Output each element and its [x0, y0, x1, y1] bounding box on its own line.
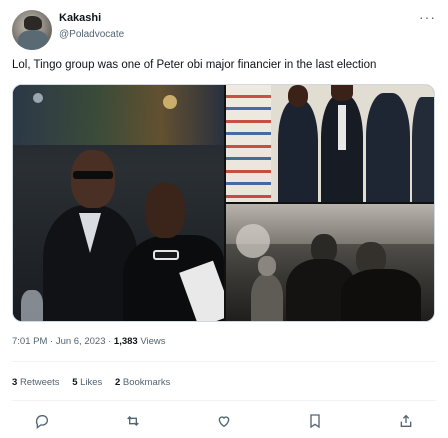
person-suit-3: [366, 93, 410, 202]
divider: [12, 400, 436, 401]
author-handle[interactable]: @Poladvocate: [59, 29, 124, 40]
retweets-count: 3: [12, 377, 18, 388]
stage-light: [163, 95, 177, 109]
avatar-figure-head: [24, 16, 42, 30]
shirt-detail: [338, 105, 346, 150]
bookmarks-label: Bookmarks: [122, 377, 171, 388]
retweets-stat[interactable]: 3 Retweets: [12, 377, 60, 388]
retweets-label: Retweets: [19, 377, 60, 388]
tweet-stats: 3 Retweets 5 Likes 2 Bookmarks: [12, 377, 180, 388]
bookmarks-count: 2: [114, 377, 121, 388]
person-right-bowtie: [153, 250, 179, 260]
media-photo-2[interactable]: [226, 85, 434, 202]
media-photo-3[interactable]: [226, 204, 434, 321]
chandelier: [236, 224, 270, 258]
person-suit-1: [278, 100, 318, 202]
likes-label: Likes: [80, 377, 103, 388]
like-icon[interactable]: [215, 412, 233, 430]
stage-light: [33, 93, 43, 103]
more-horizontal-icon[interactable]: ···: [419, 9, 436, 25]
tweet-card: Kakashi @Poladvocate ··· Lol, Tingo grou…: [0, 0, 448, 438]
likes-count: 5: [72, 377, 78, 388]
person-right-head: [145, 183, 185, 238]
bystander: [251, 274, 283, 321]
bystander-head: [258, 256, 276, 276]
bookmarks-stat[interactable]: 2 Bookmarks: [115, 377, 170, 388]
views-count: 1,383: [113, 336, 138, 347]
tweet-text: Lol, Tingo group was one of Peter obi ma…: [12, 59, 377, 71]
avatar[interactable]: [12, 10, 52, 50]
media-grid: [12, 84, 435, 322]
wine-glass: [21, 290, 43, 321]
divider: [12, 361, 436, 362]
tweet-meta: 7:01 PM · Jun 6, 2023 · 1,383 Views: [12, 336, 166, 347]
person-body-right: [341, 269, 421, 321]
photo-background: [13, 85, 224, 145]
bookmark-icon[interactable]: [306, 412, 324, 430]
retweet-icon[interactable]: [124, 412, 142, 430]
avatar-figure-body: [18, 30, 48, 50]
person-head-1: [288, 85, 308, 107]
person-left-glasses: [73, 171, 113, 179]
author-name[interactable]: Kakashi: [59, 12, 101, 24]
person-head-2: [331, 85, 353, 101]
media-photo-1[interactable]: [13, 85, 224, 321]
action-bar: [0, 412, 448, 432]
reply-icon[interactable]: [33, 412, 51, 430]
likes-stat[interactable]: 5 Likes: [72, 377, 102, 388]
share-icon[interactable]: [397, 412, 415, 430]
views-label: Views: [137, 336, 166, 347]
tweet-timestamp[interactable]: 7:01 PM · Jun 6, 2023 ·: [12, 336, 114, 347]
person-left-head: [71, 150, 115, 208]
person-suit-4: [412, 97, 434, 202]
